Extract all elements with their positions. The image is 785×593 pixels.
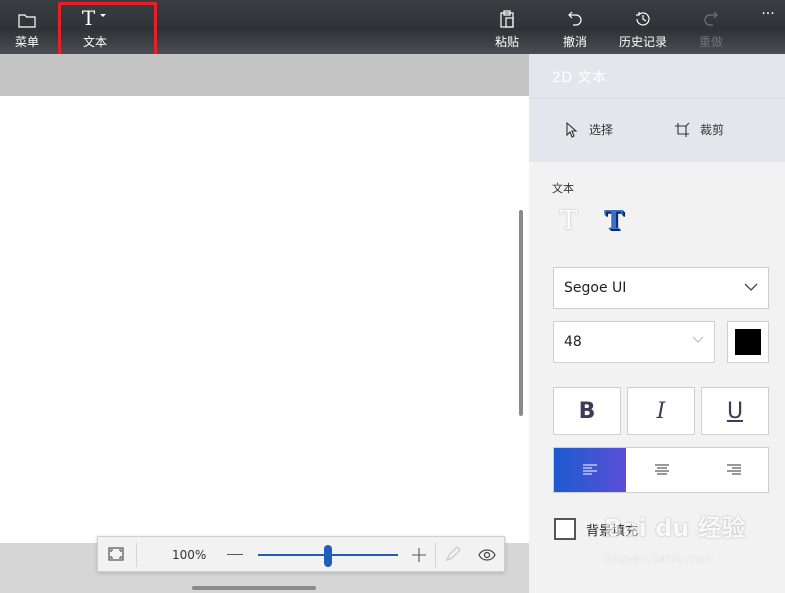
fit-to-screen-icon[interactable] (108, 546, 124, 565)
vertical-scrollbar[interactable] (519, 210, 523, 416)
crop-label: 裁剪 (700, 123, 725, 137)
chevron-down-icon (744, 283, 758, 291)
chevron-down-icon (100, 14, 107, 17)
alignment-group (553, 447, 769, 493)
zoom-percent[interactable]: 100% (172, 548, 206, 562)
zoom-bar: 100% (97, 536, 505, 572)
history-label: 历史记录 (618, 35, 667, 49)
cursor-icon (566, 121, 578, 138)
canvas-top-strip (0, 54, 529, 96)
history-button[interactable]: 历史记录 (614, 0, 672, 54)
font-family-value: Segoe UI (564, 280, 627, 296)
crop-button[interactable]: 裁剪 (674, 121, 724, 138)
panel-header: 2D 文本 (529, 54, 785, 98)
text-tool-label: 文本 (82, 35, 107, 49)
zoom-slider-thumb[interactable] (324, 545, 332, 567)
redo-icon (703, 0, 719, 28)
align-right-icon (727, 464, 741, 475)
folder-icon (18, 0, 36, 28)
select-button[interactable]: 选择 (565, 121, 613, 138)
divider (136, 543, 137, 567)
horizontal-scrollbar[interactable] (192, 586, 316, 590)
undo-label: 撤消 (562, 35, 587, 49)
menu-button[interactable]: 菜单 (8, 0, 46, 54)
bold-button[interactable]: B (553, 387, 621, 435)
font-size-dropdown[interactable]: 48 (553, 321, 715, 363)
paste-icon (499, 0, 515, 28)
redo-label: 重做 (698, 35, 723, 49)
text-color-picker[interactable] (727, 321, 769, 363)
panel-tools: 选择 裁剪 (529, 98, 785, 162)
align-left-button[interactable] (554, 448, 626, 492)
align-center-icon (655, 464, 669, 475)
align-center-button[interactable] (626, 448, 698, 492)
background-fill-checkbox[interactable]: 背景填充 (554, 518, 638, 540)
history-icon (634, 0, 652, 28)
divider (435, 543, 436, 567)
crop-icon (675, 122, 690, 137)
chevron-down-icon (692, 336, 704, 343)
paste-button[interactable]: 粘贴 (490, 0, 524, 54)
pen-icon[interactable] (444, 545, 462, 567)
italic-button[interactable]: I (627, 387, 695, 435)
undo-icon (567, 0, 583, 28)
more-button[interactable]: ··· (756, 0, 780, 54)
font-family-dropdown[interactable]: Segoe UI (553, 267, 769, 309)
plain-text-style-icon[interactable]: T (560, 206, 577, 236)
more-icon: ··· (761, 6, 775, 22)
align-left-icon (583, 464, 597, 475)
undo-button[interactable]: 撤消 (558, 0, 592, 54)
zoom-out-button[interactable] (227, 554, 243, 555)
paste-label: 粘贴 (494, 35, 519, 49)
underline-button[interactable]: U (701, 387, 769, 435)
font-size-value: 48 (564, 334, 582, 350)
background-fill-label: 背景填充 (586, 523, 639, 539)
redo-button[interactable]: 重做 (694, 0, 728, 54)
text-section-label: 文本 (552, 182, 574, 195)
zoom-in-button[interactable] (411, 547, 427, 563)
panel-title: 2D 文本 (552, 70, 607, 86)
select-label: 选择 (589, 123, 614, 137)
3d-text-style-icon[interactable]: T (604, 206, 623, 236)
top-toolbar: 菜单 T 文本 粘贴 撤消 历史记录 重做 ··· (0, 0, 785, 54)
color-swatch (735, 329, 761, 355)
canvas[interactable] (0, 96, 529, 543)
eye-icon[interactable] (478, 547, 496, 566)
align-right-button[interactable] (698, 448, 770, 492)
text-panel: 2D 文本 选择 裁剪 文本 T T Segoe UI 48 B I U 背景填… (529, 54, 785, 593)
checkbox[interactable] (554, 518, 576, 540)
text-tool-button[interactable]: T 文本 (72, 0, 118, 54)
text-tool-icon: T (82, 0, 108, 28)
menu-label: 菜单 (14, 35, 39, 49)
